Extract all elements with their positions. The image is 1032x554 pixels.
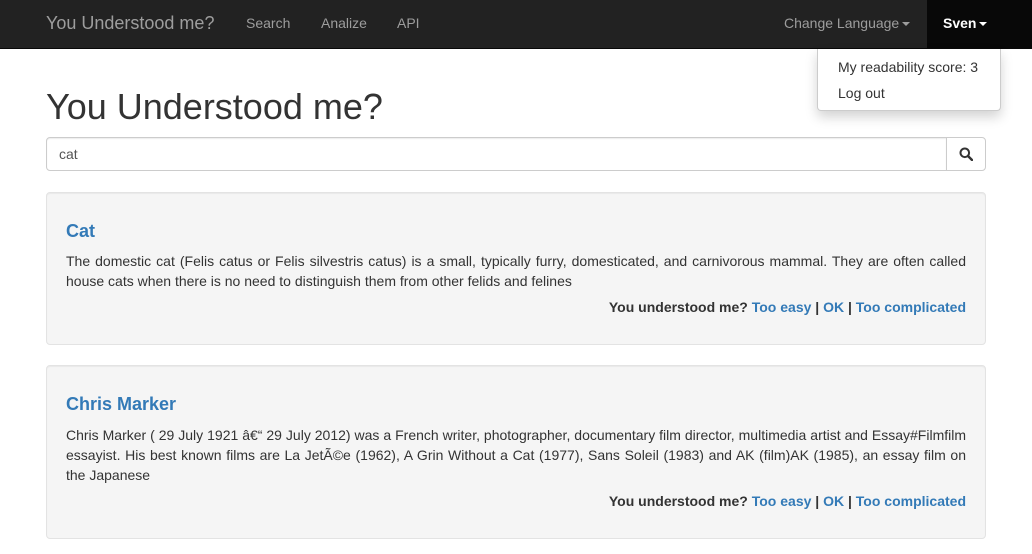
brand-link[interactable]: You Understood me? (46, 13, 214, 34)
menu-item-readability-score[interactable]: My readability score: 3 (838, 59, 978, 75)
feedback-row: You understood me? Too easy | OK | Too c… (609, 299, 966, 315)
result-title[interactable]: Cat (66, 221, 95, 242)
too-complicated-link[interactable]: Too complicated (856, 299, 966, 315)
caret-down-icon (979, 22, 988, 27)
feedback-row: You understood me? Too easy | OK | Too c… (609, 493, 966, 509)
search-icon (959, 147, 973, 161)
nav-search[interactable]: Search (246, 15, 290, 31)
separator: | (847, 299, 852, 315)
too-easy-link[interactable]: Too easy (752, 493, 812, 509)
search-button[interactable] (946, 137, 986, 171)
nav-analize[interactable]: Analize (321, 15, 367, 31)
caret-down-icon (902, 22, 911, 27)
top-navbar: You Understood me? Search Analize API Ch… (0, 0, 1032, 49)
user-dropdown-menu: My readability score: 3 Log out (817, 49, 1001, 111)
feedback-prompt: You understood me? (608, 299, 748, 315)
separator: | (815, 299, 820, 315)
separator: | (815, 493, 820, 509)
change-language-label: Change Language (784, 15, 900, 31)
nav-api[interactable]: API (397, 15, 420, 31)
search-input[interactable] (46, 137, 947, 171)
user-name: Sven (943, 15, 977, 31)
separator: | (847, 493, 852, 509)
too-easy-link[interactable]: Too easy (752, 299, 812, 315)
feedback-prompt: You understood me? (608, 493, 748, 509)
user-menu-toggle[interactable]: Sven (927, 0, 1032, 49)
result-card: Chris Marker Chris Marker ( 29 July 1921… (46, 365, 986, 539)
ok-link[interactable]: OK (823, 299, 844, 315)
change-language-dropdown[interactable]: Change Language (784, 15, 911, 31)
page-title: You Understood me? (46, 86, 383, 127)
result-card: Cat The domestic cat (Felis catus or Fel… (46, 192, 986, 345)
menu-item-log-out[interactable]: Log out (838, 85, 885, 101)
result-text: The domestic cat (Felis catus or Felis s… (66, 253, 966, 289)
result-title[interactable]: Chris Marker (66, 394, 176, 415)
result-text: Chris Marker ( 29 July 1921 â€“ 29 July … (66, 427, 966, 483)
too-complicated-link[interactable]: Too complicated (856, 493, 966, 509)
ok-link[interactable]: OK (823, 493, 844, 509)
